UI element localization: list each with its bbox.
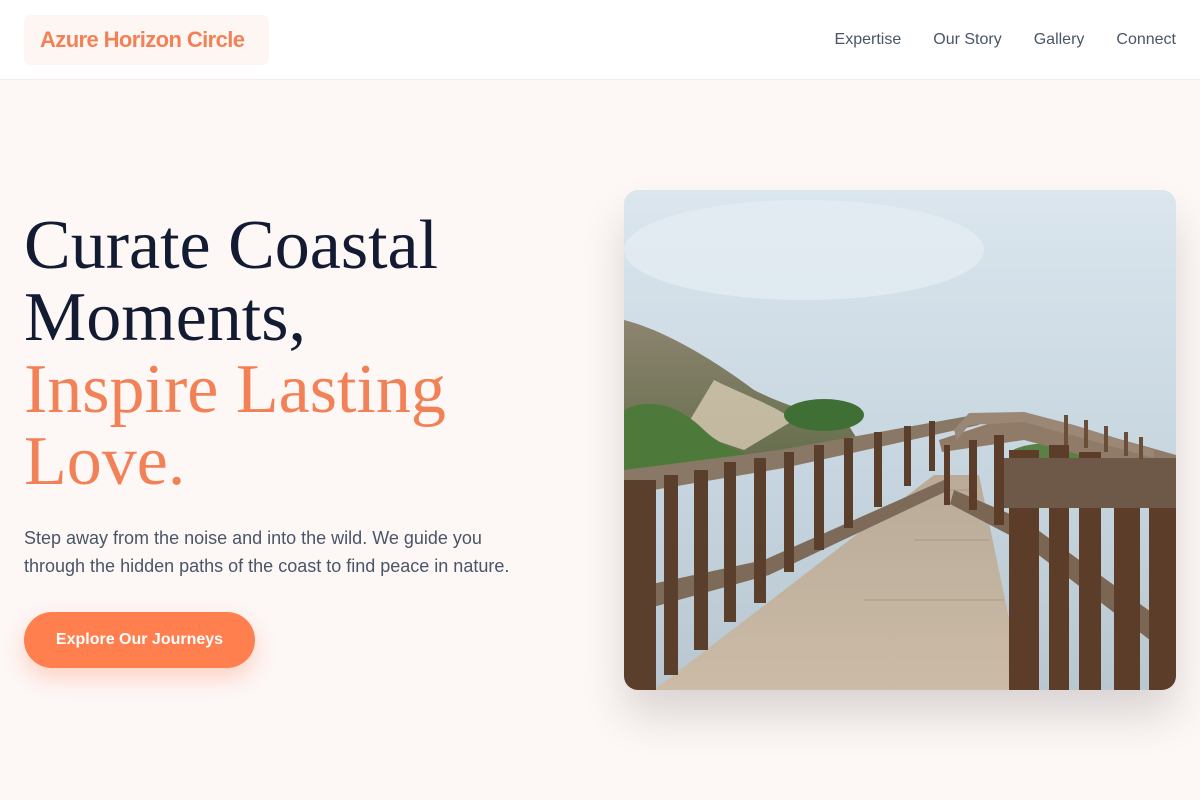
boardwalk-illustration [624, 190, 1176, 690]
hero-title-accent-line-2: Love. [24, 423, 186, 500]
hero-title-line-2: Moments, [24, 279, 306, 356]
hero-subtitle: Step away from the noise and into the wi… [24, 528, 510, 576]
top-navigation-bar: Azure Horizon Circle Expertise Our Story… [0, 0, 1200, 80]
nav-link-expertise[interactable]: Expertise [835, 31, 902, 49]
explore-journeys-button[interactable]: Explore Our Journeys [24, 612, 255, 668]
hero-title-accent-line-1: Inspire Lasting [24, 351, 446, 428]
nav-link-connect[interactable]: Connect [1116, 31, 1176, 49]
main-nav: Expertise Our Story Gallery Connect [835, 0, 1176, 80]
hero-image-boardwalk [624, 190, 1176, 690]
hero-title-line-1: Curate Coastal [24, 207, 439, 284]
nav-link-gallery[interactable]: Gallery [1034, 31, 1085, 49]
brand-logo[interactable]: Azure Horizon Circle [24, 15, 269, 65]
hero-title: Curate Coastal Moments, Inspire Lasting … [24, 210, 584, 498]
nav-link-our-story[interactable]: Our Story [933, 31, 1001, 49]
brand-name: Azure Horizon Circle [40, 27, 245, 52]
